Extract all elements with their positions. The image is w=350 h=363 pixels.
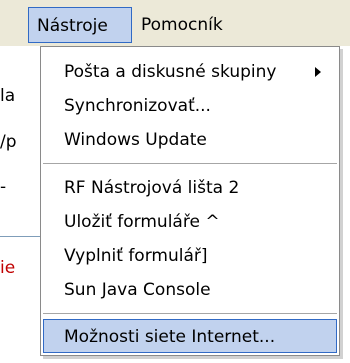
menu-tools[interactable]: Nástroje: [28, 7, 132, 43]
menu-item-internet-options[interactable]: Možnosti siete Internet...: [43, 319, 337, 353]
menu-separator: [43, 163, 337, 164]
background-divider: [0, 236, 40, 237]
menu-help-label: Pomocník: [141, 15, 223, 35]
menu-item-rf-toolbar[interactable]: RF Nástrojová lišta 2: [43, 171, 337, 205]
background-text-fragment: ie: [0, 258, 16, 278]
menu-separator: [43, 313, 337, 314]
menu-item-label: Pošta a diskusné skupiny: [64, 62, 277, 82]
menu-item-synchronize[interactable]: Synchronizovať...: [43, 89, 337, 123]
screen: la /p - ie Nástroje Pomocník Pošta a dis…: [0, 0, 350, 363]
background-text-fragment: la: [0, 86, 16, 106]
menu-item-label: Možnosti siete Internet...: [64, 327, 276, 347]
menu-tools-label: Nástroje: [37, 16, 108, 36]
menu-bar: Nástroje Pomocník: [0, 0, 350, 46]
background-text-fragment: -: [0, 177, 7, 197]
menu-item-label: Vyplniť formulář]: [64, 246, 208, 266]
menu-item-label: Synchronizovať...: [64, 96, 211, 116]
tools-dropdown-menu: Pošta a diskusné skupiny Synchronizovať.…: [40, 46, 340, 356]
menu-item-label: Windows Update: [64, 130, 207, 150]
menu-item-windows-update[interactable]: Windows Update: [43, 123, 337, 157]
submenu-arrow-icon: [315, 67, 321, 77]
menu-item-mail-news[interactable]: Pošta a diskusné skupiny: [43, 55, 337, 89]
menu-item-java-console[interactable]: Sun Java Console: [43, 273, 337, 307]
background-text-fragment: /p: [0, 132, 17, 152]
menu-item-label: RF Nástrojová lišta 2: [64, 178, 240, 198]
menu-item-save-forms[interactable]: Uložiť formuláře ^: [43, 205, 337, 239]
menu-item-label: Sun Java Console: [64, 280, 211, 300]
menu-item-fill-form[interactable]: Vyplniť formulář]: [43, 239, 337, 273]
menu-item-label: Uložiť formuláře ^: [64, 212, 220, 232]
menu-help[interactable]: Pomocník: [133, 7, 239, 43]
